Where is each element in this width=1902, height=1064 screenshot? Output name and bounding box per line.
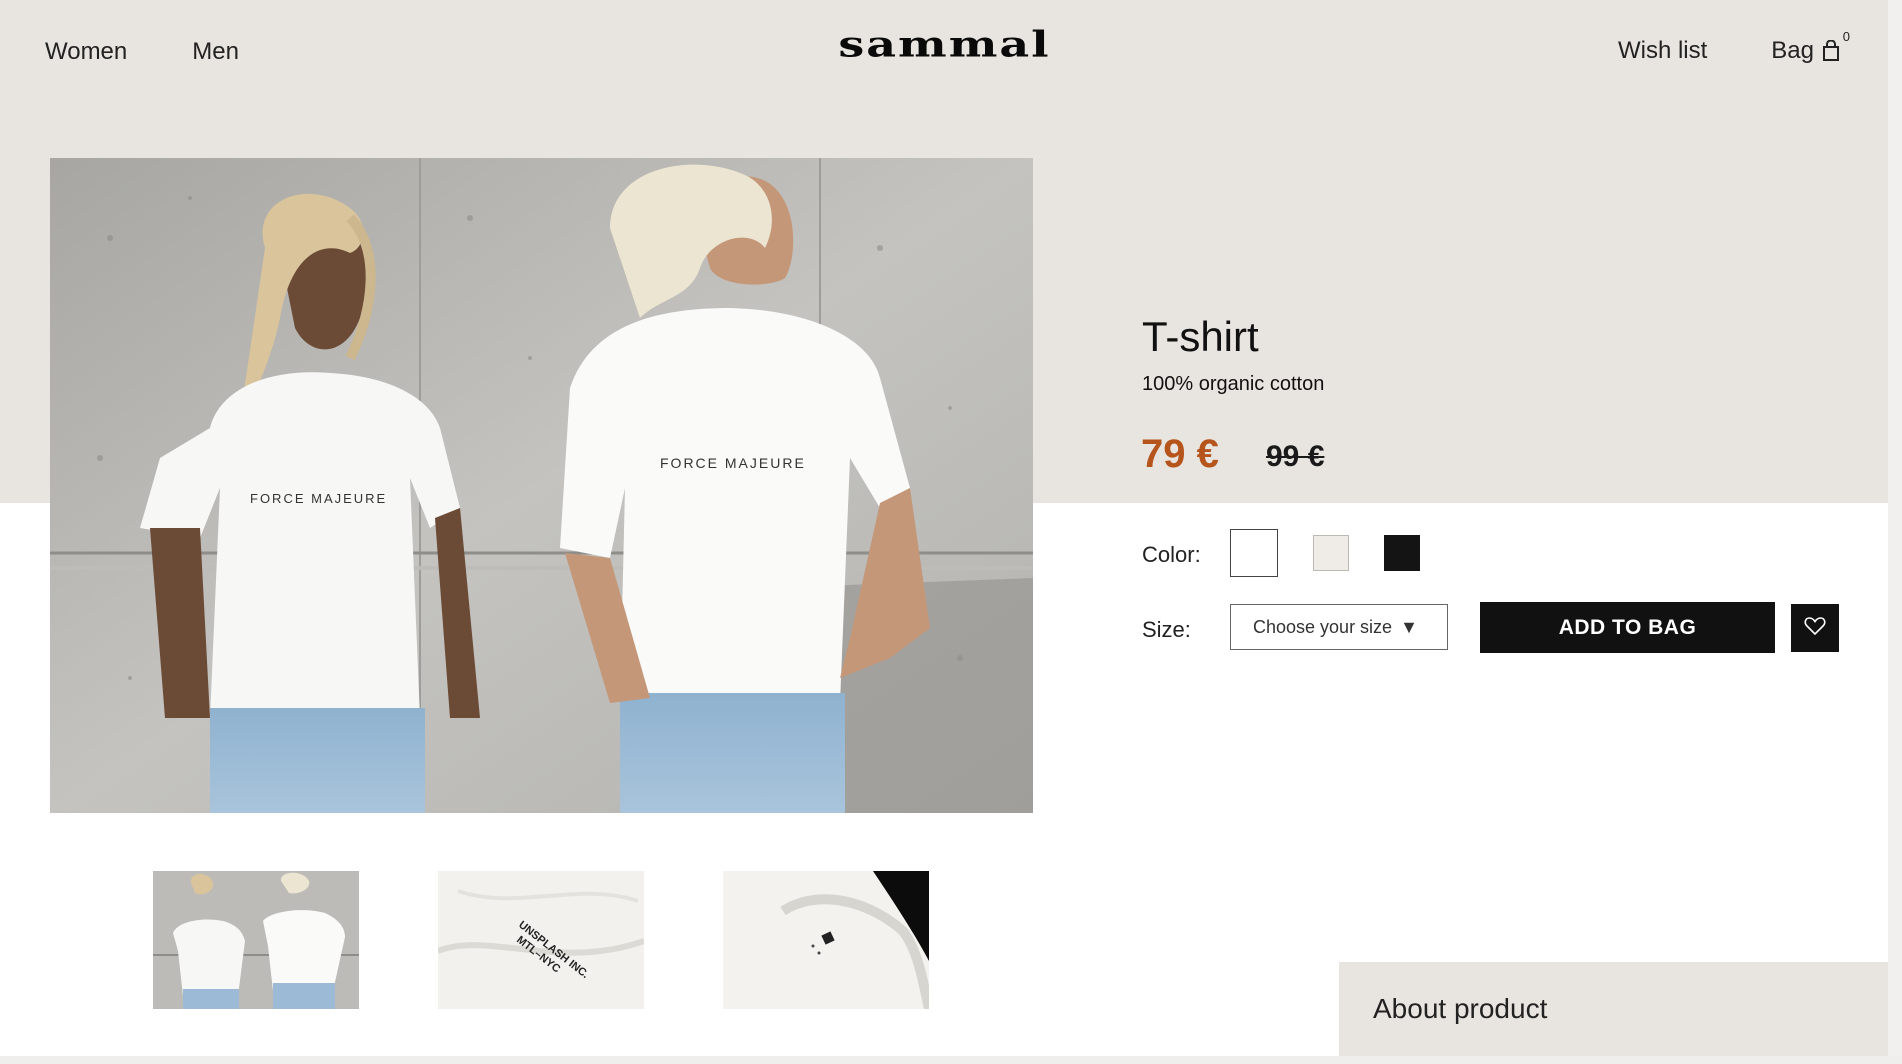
color-swatch-white[interactable] bbox=[1230, 529, 1278, 577]
size-select-value: Choose your size bbox=[1253, 616, 1393, 637]
add-to-wishlist-button[interactable] bbox=[1791, 604, 1839, 652]
color-label: Color: bbox=[1142, 542, 1201, 567]
thumbnail-two-models[interactable] bbox=[153, 871, 359, 1009]
caret-down-icon: ▼ bbox=[1400, 616, 1418, 637]
nav-women-link[interactable]: Women bbox=[45, 38, 127, 66]
page-bottom-edge bbox=[0, 1056, 1902, 1064]
about-product-label: About product bbox=[1373, 993, 1548, 1024]
about-product-accordion[interactable]: About product bbox=[1339, 962, 1888, 1056]
primary-nav: Women Men bbox=[45, 38, 239, 66]
product-title: T-shirt bbox=[1142, 313, 1259, 360]
color-swatch-beige[interactable] bbox=[1313, 535, 1349, 571]
product-main-image: FORCE MAJEURE FORCE MAJEURE bbox=[50, 158, 1033, 813]
size-select[interactable]: Choose your size ▼ bbox=[1230, 604, 1448, 650]
color-swatch-black[interactable] bbox=[1384, 535, 1420, 571]
brand-logo[interactable]: sammal bbox=[827, 21, 1062, 68]
wishlist-link[interactable]: Wish list bbox=[1618, 37, 1707, 65]
current-price: 79 € bbox=[1141, 432, 1219, 476]
thumbnail-collar-closeup[interactable] bbox=[723, 871, 929, 1009]
original-price: 99 € bbox=[1266, 440, 1325, 473]
bag-link[interactable]: Bag 0 bbox=[1771, 29, 1850, 65]
bag-count-badge: 0 bbox=[1842, 29, 1850, 44]
account-nav: Wish list Bag 0 bbox=[1618, 29, 1850, 65]
shirt-print-left: FORCE MAJEURE bbox=[250, 491, 387, 506]
bag-icon bbox=[1822, 39, 1840, 62]
shirt-print-right: FORCE MAJEURE bbox=[660, 455, 806, 471]
thumbnail-label-closeup[interactable]: UNSPLASH INC. MTL–NYC bbox=[438, 871, 644, 1009]
bag-label: Bag bbox=[1771, 37, 1814, 64]
heart-icon bbox=[1804, 616, 1826, 641]
page-right-edge bbox=[1888, 0, 1902, 1064]
product-subtitle: 100% organic cotton bbox=[1142, 373, 1325, 395]
add-to-bag-button[interactable]: ADD TO BAG bbox=[1480, 602, 1775, 653]
nav-men-link[interactable]: Men bbox=[192, 38, 239, 66]
size-label: Size: bbox=[1142, 617, 1191, 642]
